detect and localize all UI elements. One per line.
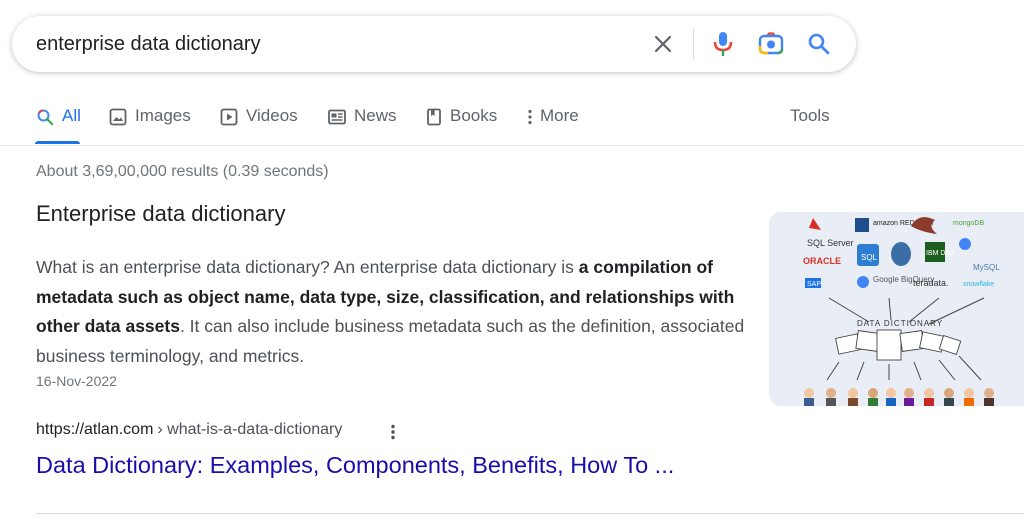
- tab-images-label: Images: [135, 106, 191, 125]
- logo-sql: SQL: [861, 253, 878, 262]
- bigquery-logo-mark: [959, 238, 971, 250]
- logo-snowflake: snowflake: [963, 281, 994, 288]
- cite-domain: https://atlan.com: [36, 421, 154, 438]
- image-icon: [109, 108, 127, 126]
- result-stats: About 3,69,00,000 results (0.39 seconds): [36, 163, 329, 180]
- tab-news-label: News: [354, 106, 397, 125]
- tab-all[interactable]: All: [36, 106, 81, 146]
- active-tab-indicator: [35, 141, 80, 144]
- tab-more[interactable]: More: [526, 106, 579, 146]
- logo-mysql: MySQL: [973, 263, 1000, 272]
- logo-ibm-db2: IBM DB2: [926, 250, 954, 257]
- featured-snippet-thumbnail[interactable]: SQL Server amazon REDSHIFT mongoDB ORACL…: [769, 212, 1024, 406]
- cite-path: › what-is-a-data-dictionary: [157, 421, 343, 438]
- more-options-icon[interactable]: [384, 420, 402, 444]
- tab-videos-label: Videos: [246, 106, 298, 125]
- logo-oracle: ORACLE: [803, 256, 841, 266]
- redshift-logo-mark: [855, 218, 869, 232]
- postgres-elephant-graphic: [891, 242, 911, 266]
- featured-snippet-title: Enterprise data dictionary: [36, 201, 286, 226]
- search-bar-separator: [693, 28, 694, 60]
- tab-videos[interactable]: Videos: [220, 106, 298, 146]
- camera-icon[interactable]: [757, 30, 785, 58]
- logo-sql-server: SQL Server: [807, 238, 854, 248]
- news-icon: [328, 109, 346, 125]
- more-vertical-icon: [528, 109, 532, 125]
- logo-mongodb: mongoDB: [953, 220, 984, 227]
- snippet-date: 16-Nov-2022: [36, 373, 117, 389]
- logo-teradata: teradata.: [913, 278, 949, 288]
- google-bigquery-mark: [857, 276, 869, 288]
- tab-more-label: More: [540, 106, 579, 125]
- snippet-text-pre: What is an enterprise data dictionary? A…: [36, 257, 579, 277]
- search-icon: [37, 109, 54, 126]
- tab-news[interactable]: News: [328, 106, 397, 146]
- search-input[interactable]: [36, 16, 636, 72]
- search-bar: [12, 16, 856, 72]
- close-icon[interactable]: [649, 30, 677, 58]
- tab-images[interactable]: Images: [109, 106, 191, 146]
- illustration-caption: DATA DICTIONARY: [857, 319, 943, 328]
- tab-all-label: All: [62, 106, 81, 125]
- tab-books[interactable]: Books: [426, 106, 497, 146]
- logo-sap: SAP: [807, 281, 821, 288]
- result-citation[interactable]: https://atlan.com › what-is-a-data-dicti…: [36, 421, 342, 439]
- result-divider: [36, 513, 1024, 514]
- featured-snippet-body: What is an enterprise data dictionary? A…: [36, 253, 752, 371]
- play-icon: [220, 108, 238, 126]
- search-tabs: All Images Videos News Books More Tools: [0, 96, 1024, 146]
- search-icon[interactable]: [805, 30, 833, 58]
- result-title-link[interactable]: Data Dictionary: Examples, Components, B…: [36, 452, 674, 479]
- data-dictionary-illustration: SQL Server amazon REDSHIFT mongoDB ORACL…: [769, 212, 1024, 406]
- tab-books-label: Books: [450, 106, 498, 125]
- book-icon: [427, 108, 441, 126]
- microphone-icon[interactable]: [709, 30, 737, 58]
- tools-button[interactable]: Tools: [790, 106, 830, 126]
